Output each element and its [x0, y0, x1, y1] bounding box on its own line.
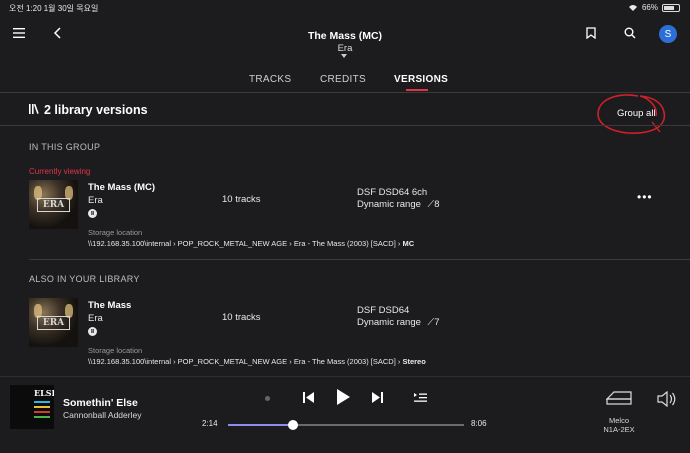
heading-divider	[0, 125, 690, 126]
wifi-icon	[628, 4, 637, 11]
dynamic-range-label: Dynamic range	[357, 199, 421, 210]
status-right: 66%	[628, 3, 680, 12]
status-bar: 오전 1:20 1월 30일 목요일 66%	[0, 0, 690, 16]
album-title: The Mass (MC)	[88, 182, 156, 193]
device-icon[interactable]	[606, 390, 632, 406]
cover-text: ELSE	[34, 388, 54, 398]
active-tab-indicator	[406, 89, 428, 91]
battery-icon	[662, 3, 680, 12]
device-brand: Melco	[608, 416, 629, 425]
search-icon[interactable]	[624, 27, 636, 39]
version-row-current[interactable]: ERA The Mass (MC) Era Ⅱ 10 tracks DSF DS…	[0, 178, 690, 253]
path-segment: MC	[402, 239, 415, 248]
queue-icon[interactable]	[414, 392, 427, 403]
play-icon[interactable]	[337, 389, 350, 405]
now-playing-artist[interactable]: Cannonball Adderley	[63, 410, 141, 420]
version-row-other[interactable]: ERA The Mass Era Ⅱ 10 tracks DSF DSD64 D…	[0, 296, 690, 371]
storage-path[interactable]: \\192.168.35.100\internal › POP_ROCK_MET…	[88, 239, 414, 248]
path-segment: POP_ROCK_METAL_NEW AGE	[177, 357, 288, 366]
now-playing-bar: ELSE Somethin' Else Cannonball Adderley …	[0, 376, 690, 453]
elapsed-time: 2:14	[202, 419, 218, 428]
in-this-group-label: IN THIS GROUP	[29, 142, 101, 152]
device-model: N1A-2EX	[603, 425, 635, 434]
status-time: 오전 1:20 1월 30일 목요일	[9, 4, 99, 13]
currently-viewing-label: Currently viewing	[29, 167, 91, 176]
dynamic-range-value: 7	[434, 317, 440, 328]
path-segment: Stereo	[402, 357, 426, 366]
library-icon	[29, 103, 39, 114]
chevron-down-icon[interactable]	[341, 54, 347, 58]
header: The Mass (MC) Era S	[0, 18, 690, 58]
tab-versions[interactable]: VERSIONS	[394, 74, 448, 85]
now-playing-title[interactable]: Somethin' Else	[63, 397, 138, 409]
path-segment: Era - The Mass (2003) [SACD]	[293, 357, 396, 366]
now-playing-cover[interactable]: ELSE	[10, 385, 54, 429]
album-art-logo: ERA	[37, 198, 70, 212]
track-count: 10 tracks	[222, 194, 261, 205]
progress-bar[interactable]	[228, 420, 464, 430]
tab-bar: TRACKS CREDITS VERSIONS	[0, 70, 690, 92]
tab-credits[interactable]: CREDITS	[320, 74, 366, 85]
album-artist: Era	[88, 313, 103, 324]
album-art-logo: ERA	[37, 316, 70, 330]
progress-knob[interactable]	[288, 420, 299, 430]
tab-tracks[interactable]: TRACKS	[249, 74, 291, 85]
album-art: ERA	[29, 298, 78, 347]
next-icon[interactable]	[372, 392, 383, 403]
versions-heading: 2 library versions	[44, 103, 148, 117]
library-badge-icon: Ⅱ	[88, 209, 97, 218]
format: DSF DSD64 6ch	[357, 187, 428, 198]
avatar[interactable]: S	[659, 25, 677, 43]
annotation-circle	[597, 94, 666, 134]
also-in-library-label: ALSO IN YOUR LIBRARY	[29, 274, 140, 284]
device-name[interactable]: Melco N1A-2EX	[596, 416, 642, 434]
storage-label: Storage location	[88, 228, 143, 237]
bookmark-icon[interactable]	[586, 27, 596, 39]
library-badge-icon: Ⅱ	[88, 327, 97, 336]
radio-dot-icon[interactable]	[265, 396, 270, 401]
volume-icon[interactable]	[657, 391, 677, 407]
path-segment: \\192.168.35.100\internal	[88, 357, 171, 366]
dynamic-range: Dynamic range ⟋8	[357, 199, 439, 211]
album-art: ERA	[29, 180, 78, 229]
format: DSF DSD64	[357, 305, 410, 316]
album-artist: Era	[88, 195, 103, 206]
path-segment: Era - The Mass (2003) [SACD]	[293, 239, 396, 248]
page-subtitle: Era	[337, 43, 353, 54]
album-title: The Mass	[88, 300, 132, 311]
progress-fill	[228, 424, 294, 426]
tab-divider	[0, 92, 690, 93]
path-segment: POP_ROCK_METAL_NEW AGE	[177, 239, 288, 248]
battery-percent: 66%	[641, 3, 658, 12]
group-divider	[29, 259, 690, 260]
dynamic-range: Dynamic range ⟋7	[357, 317, 439, 329]
dynamic-range-label: Dynamic range	[357, 317, 421, 328]
storage-path[interactable]: \\192.168.35.100\internal › POP_ROCK_MET…	[88, 357, 426, 366]
path-segment: \\192.168.35.100\internal	[88, 239, 171, 248]
storage-label: Storage location	[88, 346, 143, 355]
dynamic-range-value: 8	[434, 199, 440, 210]
duration-time: 8:06	[471, 419, 487, 428]
track-count: 10 tracks	[222, 312, 261, 323]
more-options-icon[interactable]: •••	[637, 190, 653, 204]
previous-icon[interactable]	[303, 392, 314, 403]
